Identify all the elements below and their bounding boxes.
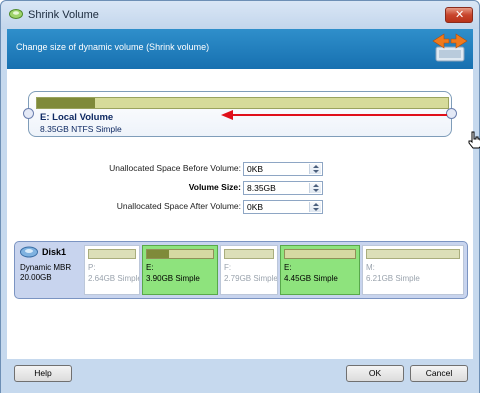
volume-size-label: Volume Size:: [188, 182, 241, 192]
help-button[interactable]: Help: [14, 365, 72, 382]
spin-up-icon: [313, 203, 319, 206]
unallocated-before-value: 0KB: [247, 164, 264, 174]
unallocated-after-input[interactable]: 0KB: [243, 200, 323, 214]
window-title: Shrink Volume: [28, 9, 99, 21]
spin-down-icon: [313, 170, 319, 173]
partition-usage-bar: [88, 249, 136, 259]
volume-detail: 8.35GB NTFS Simple: [40, 124, 122, 134]
shrink-direction-arrow-icon: [221, 110, 447, 120]
partition-detail: 2.64GB Simple: [88, 274, 140, 283]
partition-letter: E:: [284, 263, 292, 272]
spin-up-icon: [313, 184, 319, 187]
dialog-footer: Help OK Cancel: [1, 359, 479, 393]
title-bar: Shrink Volume ✕: [1, 1, 479, 29]
field-row-size: Volume Size: 8.35GB: [7, 181, 473, 195]
disk-size: 20.00GB: [20, 273, 52, 282]
dialog-content: E: Local Volume 8.35GB NTFS Simple Unall…: [7, 69, 480, 359]
field-row-before: Unallocated Space Before Volume: 0KB: [7, 162, 473, 176]
volume-size-value: 8.35GB: [247, 183, 276, 193]
partition-used-space: [147, 250, 169, 258]
partition-e-new[interactable]: E: 4.45GB Simple: [280, 245, 360, 295]
disk-type: Dynamic MBR: [20, 263, 72, 272]
partition-detail: 2.79GB Simple: [224, 274, 278, 283]
disk-name: Disk1: [42, 247, 67, 257]
partition-detail: 6.21GB Simple: [366, 274, 420, 283]
field-row-after: Unallocated Space After Volume: 0KB: [7, 200, 473, 214]
unallocated-before-spinner[interactable]: [309, 164, 321, 174]
partition-e-selected[interactable]: E: 3.90GB Simple: [142, 245, 218, 295]
partition-letter: E:: [146, 263, 154, 272]
app-icon: [9, 9, 23, 19]
partition-letter: P:: [88, 263, 96, 272]
spin-down-icon: [313, 208, 319, 211]
volume-used-space: [37, 98, 95, 108]
partition-f[interactable]: F: 2.79GB Simple: [220, 245, 278, 295]
partition-letter: F:: [224, 263, 232, 272]
partition-usage-bar: [284, 249, 356, 259]
volume-size-spinner[interactable]: [309, 183, 321, 193]
partition-usage-bar: [224, 249, 274, 259]
partition-usage-bar: [146, 249, 214, 259]
volume-resize-box: E: Local Volume 8.35GB NTFS Simple: [23, 91, 480, 149]
unallocated-before-label: Unallocated Space Before Volume:: [109, 163, 241, 173]
cancel-button[interactable]: Cancel: [410, 365, 468, 382]
left-resize-handle[interactable]: [23, 108, 34, 119]
disk-icon: [20, 246, 38, 258]
volume-name: E: Local Volume: [40, 112, 114, 123]
close-icon: ✕: [455, 8, 465, 21]
volume-size-input[interactable]: 8.35GB: [243, 181, 323, 195]
ok-button[interactable]: OK: [346, 365, 404, 382]
shrink-arrows-icon: [432, 33, 468, 62]
partition-m[interactable]: M: 6.21GB Simple: [362, 245, 464, 295]
banner-text: Change size of dynamic volume (Shrink vo…: [16, 42, 210, 52]
unallocated-before-input[interactable]: 0KB: [243, 162, 323, 176]
unallocated-after-spinner[interactable]: [309, 202, 321, 212]
partition-detail: 4.45GB Simple: [284, 274, 338, 283]
partition-detail: 3.90GB Simple: [146, 274, 200, 283]
unallocated-after-value: 0KB: [247, 202, 264, 212]
close-button[interactable]: ✕: [445, 7, 473, 23]
partition-p[interactable]: P: 2.64GB Simple: [84, 245, 140, 295]
disk-map: Disk1 Dynamic MBR 20.00GB P: 2.64GB Simp…: [14, 241, 468, 299]
volume-size-bar[interactable]: [36, 97, 449, 109]
header-banner: Change size of dynamic volume (Shrink vo…: [7, 29, 473, 69]
shrink-volume-dialog: Shrink Volume ✕ Change size of dynamic v…: [0, 0, 480, 393]
spin-up-icon: [313, 165, 319, 168]
disk-info: Disk1 Dynamic MBR 20.00GB: [17, 244, 73, 296]
partition-usage-bar: [366, 249, 460, 259]
spin-down-icon: [313, 189, 319, 192]
partition-letter: M:: [366, 263, 375, 272]
unallocated-after-label: Unallocated Space After Volume:: [116, 201, 241, 211]
hand-cursor-icon: [468, 131, 480, 149]
